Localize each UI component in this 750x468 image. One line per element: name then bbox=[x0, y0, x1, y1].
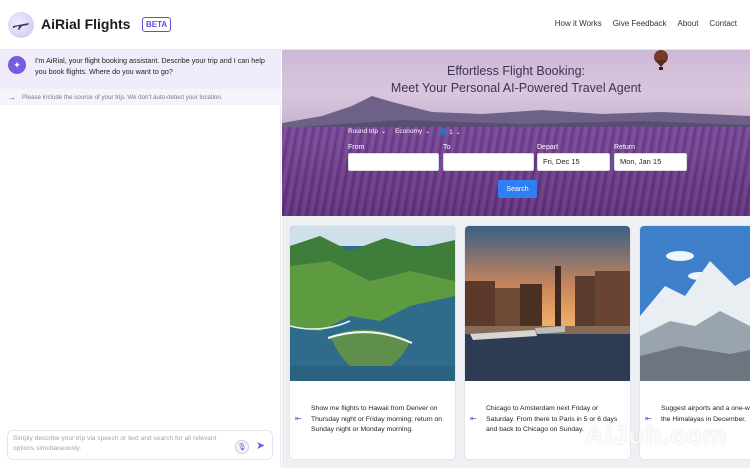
microphone-icon[interactable]: 🎙 bbox=[235, 440, 249, 454]
from-label: From bbox=[348, 144, 365, 151]
chat-input-box: 🎙 ➤ bbox=[7, 430, 273, 460]
chevron-down-icon: ⌄ bbox=[381, 129, 387, 135]
person-icon: 👤 bbox=[439, 129, 448, 136]
hawaii-coast-image bbox=[290, 226, 455, 381]
beta-badge: BETA bbox=[142, 17, 172, 32]
assistant-message-text: I'm AiRial, your flight booking assistan… bbox=[35, 56, 265, 76]
search-button[interactable]: Search bbox=[498, 180, 537, 198]
nav-contact[interactable]: Contact bbox=[709, 19, 737, 28]
depart-date-input[interactable]: Fri, Dec 15 bbox=[537, 153, 610, 171]
cabin-class-select[interactable]: Economy ⌄ bbox=[395, 128, 430, 136]
top-bar: AiRial Flights BETA How it Works Give Fe… bbox=[0, 0, 750, 50]
assistant-message: ✦ I'm AiRial, your flight booking assist… bbox=[0, 50, 281, 89]
nav-give-feedback[interactable]: Give Feedback bbox=[613, 19, 667, 28]
nav-about[interactable]: About bbox=[678, 19, 699, 28]
trip-type-select[interactable]: Round trip ⌄ bbox=[348, 128, 386, 136]
trip-description-input[interactable] bbox=[13, 434, 235, 458]
arrow-left-icon: ⇤ bbox=[470, 414, 477, 423]
passengers-select[interactable]: 👤 1 ⌄ bbox=[439, 128, 461, 136]
airplane-icon[interactable] bbox=[8, 12, 34, 38]
hero-banner: Effortless Flight Booking: Meet Your Per… bbox=[282, 50, 750, 216]
arrow-right-icon: → bbox=[8, 92, 16, 102]
nav-how-it-works[interactable]: How it Works bbox=[555, 19, 602, 28]
send-icon[interactable]: ➤ bbox=[256, 439, 265, 453]
hero-title-line1: Effortless Flight Booking: bbox=[446, 64, 586, 78]
trip-options: Round trip ⌄ Economy ⌄ 👤 1 ⌄ bbox=[348, 128, 461, 136]
chat-panel: ✦ I'm AiRial, your flight booking assist… bbox=[0, 50, 281, 468]
app-title[interactable]: AiRial Flights bbox=[41, 16, 130, 32]
himalayas-mountain-image bbox=[640, 226, 750, 381]
depart-label: Depart bbox=[537, 144, 559, 151]
from-input[interactable] bbox=[348, 153, 439, 171]
location-hint-text: Please include the source of your trip. … bbox=[22, 93, 223, 101]
to-input[interactable] bbox=[443, 153, 534, 171]
hero-title-line2: Meet Your Personal AI-Powered Travel Age… bbox=[390, 81, 642, 95]
location-hint: → Please include the source of your trip… bbox=[0, 89, 281, 105]
chevron-down-icon: ⌄ bbox=[425, 129, 431, 135]
sparkle-icon: ✦ bbox=[8, 56, 26, 74]
to-label: To bbox=[443, 144, 451, 151]
chevron-down-icon: ⌄ bbox=[455, 130, 461, 136]
amsterdam-canal-image bbox=[465, 226, 630, 381]
suggestion-card-hawaii[interactable]: ⇤ Show me flights to Hawaii from Denver … bbox=[290, 226, 455, 459]
return-date-input[interactable]: Mon, Jan 15 bbox=[614, 153, 687, 171]
suggestion-text: Show me flights to Hawaii from Denver on… bbox=[311, 405, 443, 433]
return-label: Return bbox=[614, 144, 636, 151]
top-nav: How it Works Give Feedback About Contact bbox=[555, 19, 737, 28]
arrow-left-icon: ⇤ bbox=[295, 414, 302, 423]
watermark-text: AiJuh.com bbox=[585, 420, 727, 450]
